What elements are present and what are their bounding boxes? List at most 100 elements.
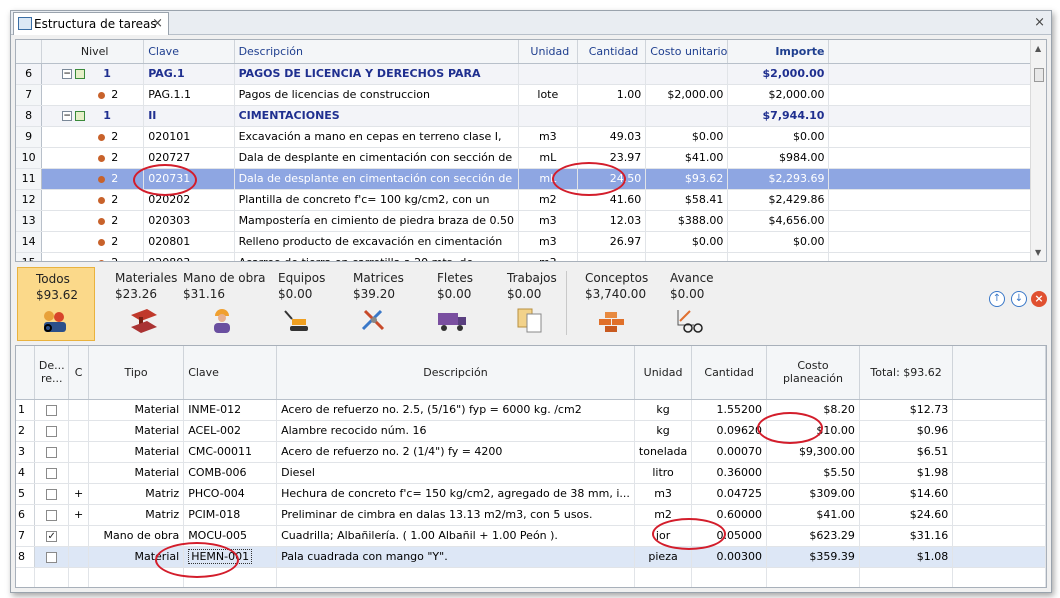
tab-estructura[interactable]: Estructura de tareas × [13, 12, 169, 35]
move-up-button[interactable]: ↑ [989, 291, 1005, 307]
header-costo-unitario[interactable]: Costo unitario [645, 40, 729, 64]
table-row[interactable]: 6 + Matriz PCIM-018 Preliminar de cimbra en … [16, 504, 1046, 526]
category-value: $23.26 [115, 287, 157, 301]
collapse-icon[interactable]: − [62, 111, 73, 121]
table-row[interactable]: 4 Material COMB-006 Diesel litro 0.36000 $5.50… [16, 462, 1046, 484]
table-row[interactable]: 8−1 II CIMENTACIONES $7,944.10 [16, 105, 1046, 127]
costo-planeacion-cell: $9,300.00 [766, 441, 860, 463]
unidad-cell: m2 [634, 504, 693, 526]
table-row[interactable]: 10 2 020727 Dala de desplante en cimentació… [16, 147, 1046, 169]
desglose-checkbox[interactable]: ✓ [46, 530, 58, 542]
category-fletes[interactable]: Fletes $0.00 [437, 267, 487, 341]
total-cell: $12.73 [859, 399, 954, 421]
expand-cell[interactable] [68, 462, 89, 484]
clave-cell: 020727 [143, 147, 235, 169]
header-importe[interactable]: Importe [727, 40, 830, 64]
checkbox-cell: ✓ [34, 525, 70, 547]
category-materiales[interactable]: Materiales $23.26 [115, 267, 177, 341]
collapse-icon[interactable]: − [62, 69, 73, 79]
category-matrices[interactable]: Matrices $39.20 [353, 267, 413, 341]
expand-cell[interactable]: + [68, 483, 89, 505]
unidad-cell [518, 63, 578, 85]
header-descripcion[interactable]: Descripción [234, 40, 520, 64]
level-cell: 2 [41, 147, 145, 169]
category-todos[interactable]: Todos $93.62 [17, 267, 95, 341]
expand-cell[interactable]: + [68, 504, 89, 526]
header-descripcion[interactable]: Descripción [276, 346, 635, 400]
scroll-up-icon[interactable]: ▲ [1035, 44, 1041, 53]
scroll-thumb[interactable] [1034, 68, 1044, 82]
table-row[interactable]: 14 2 020801 Relleno producto de excavación … [16, 231, 1046, 253]
tasks-scrollbar[interactable]: ▲ ▼ [1030, 40, 1046, 261]
header-unidad[interactable]: Unidad [634, 346, 693, 400]
expand-cell[interactable] [68, 525, 89, 547]
bricks-icon [599, 312, 624, 332]
desglose-checkbox[interactable] [46, 467, 58, 479]
table-row[interactable]: 7 2 PAG.1.1 Pagos de licencias de construcc… [16, 84, 1046, 106]
desglose-checkbox[interactable] [46, 425, 58, 437]
table-row[interactable]: 2 Material ACEL-002 Alambre recocido núm. 1… [16, 420, 1046, 442]
costo-unitario-cell: $0.00 [645, 126, 729, 148]
desglose-checkbox[interactable] [46, 404, 58, 416]
header-cantidad[interactable]: Cantidad [577, 40, 647, 64]
category-label: Equipos [278, 271, 326, 285]
expand-cell[interactable] [68, 441, 89, 463]
level-cell: −1 [41, 105, 145, 127]
descripcion-cell: Alambre recocido núm. 16 [276, 420, 635, 442]
category-avance[interactable]: Avance $0.00 [670, 267, 720, 341]
table-row[interactable]: 15 2 020803Acarreo de tierra en carretilla… [16, 252, 1046, 261]
table-row[interactable]: 1 Material INME-012 Acero de refuerzo no. 2… [16, 399, 1046, 421]
table-row[interactable]: 5 + Matriz PHCO-004 Hechura de concreto f'c=… [16, 483, 1046, 505]
desglose-checkbox[interactable] [46, 488, 58, 500]
header-cantidad[interactable]: Cantidad [691, 346, 768, 400]
descripcion-cell: Dala de desplante en cimentación con sec… [234, 147, 520, 169]
descripcion-cell: PAGOS DE LICENCIA Y DERECHOS PARA [234, 63, 520, 85]
header-c[interactable]: C [68, 346, 89, 400]
category-mano-de-obra[interactable]: Mano de obra $31.16 [183, 267, 266, 341]
checkbox-cell [34, 483, 70, 505]
header-nivel[interactable]: Nivel [41, 40, 145, 64]
table-row[interactable]: 9 2 020101 Excavación a mano en cepas en te… [16, 126, 1046, 148]
table-row[interactable]: 3 Material CMC-00011 Acero de refuerzo no. … [16, 441, 1046, 463]
delete-button[interactable]: × [1031, 291, 1047, 307]
category-equipos[interactable]: Equipos $0.00 [278, 267, 338, 341]
move-down-button[interactable]: ↓ [1011, 291, 1027, 307]
expand-cell[interactable] [68, 546, 89, 568]
expand-cell[interactable] [68, 399, 89, 421]
desglose-checkbox[interactable] [46, 509, 58, 521]
table-row[interactable]: 6−1 PAG.1 PAGOS DE LICENCIA Y DERECHOS PAR… [16, 63, 1046, 85]
row-number-header [16, 40, 43, 64]
costo-planeacion-cell: $10.00 [766, 420, 860, 442]
table-row[interactable]: 11 2 020731 Dala de desplante en cimentació… [16, 168, 1046, 190]
desglose-checkbox[interactable] [46, 551, 58, 563]
category-conceptos[interactable]: Conceptos $3,740.00 [585, 267, 655, 341]
level-cell: 2 [41, 84, 145, 106]
total-cell: $31.16 [859, 525, 954, 547]
header-total[interactable]: Total: $93.62 [859, 346, 954, 400]
header-desglose[interactable]: De... re... [34, 346, 70, 400]
desglose-checkbox[interactable] [46, 446, 58, 458]
expand-cell[interactable] [68, 420, 89, 442]
clave-cell: PAG.1 [143, 63, 235, 85]
tab-close-icon[interactable]: × [152, 16, 163, 31]
category-trabajos[interactable]: Trabajos $0.00 [507, 267, 562, 341]
unidad-cell [518, 105, 578, 127]
tab-title: Estructura de tareas [34, 17, 157, 31]
scroll-down-icon[interactable]: ▼ [1035, 248, 1041, 257]
table-row[interactable]: 12 2 020202 Plantilla de concreto f'c= 100 … [16, 189, 1046, 211]
clave-cell: II [143, 105, 235, 127]
header-unidad[interactable]: Unidad [518, 40, 578, 64]
unidad-cell: m2 [518, 189, 578, 211]
table-row[interactable]: 13 2 020303 Mampostería en cimiento de pied… [16, 210, 1046, 232]
cantidad-cell: 0.36000 [691, 462, 768, 484]
descripcion-cell: CIMENTACIONES [234, 105, 520, 127]
header-clave[interactable]: Clave [183, 346, 278, 400]
header-clave[interactable]: Clave [143, 40, 235, 64]
costo-planeacion-cell: $309.00 [766, 483, 860, 505]
table-row[interactable]: 8 Material HEMN-001 Pala cuadrada con mango… [16, 546, 1046, 568]
window-close-icon[interactable]: × [1034, 15, 1045, 30]
header-costo-planeacion[interactable]: Costo planeación [766, 346, 860, 400]
table-row[interactable]: 7 ✓ Mano de obra MOCU-005 Cuadrilla; Albañil… [16, 525, 1046, 547]
row-number: 9 [16, 126, 43, 148]
header-tipo[interactable]: Tipo [88, 346, 185, 400]
